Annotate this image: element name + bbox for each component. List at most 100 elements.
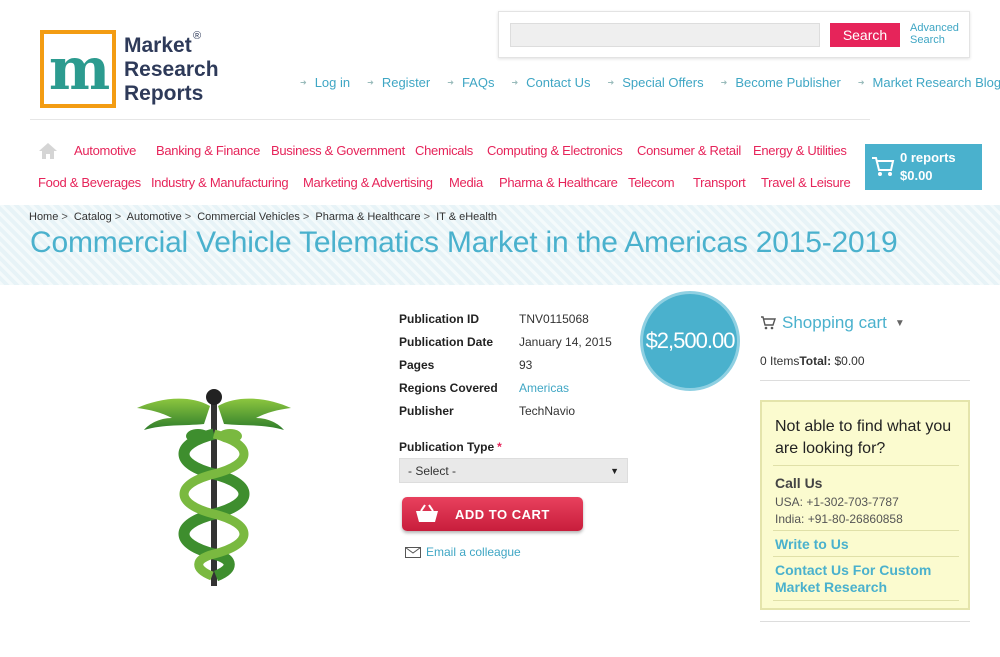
login-label: Log in bbox=[314, 75, 351, 90]
logo-line-3: Reports bbox=[124, 82, 204, 105]
special-offers-label: Special Offers bbox=[622, 75, 704, 90]
cart-icon bbox=[872, 157, 895, 176]
publication-type-text: Publication Type bbox=[399, 440, 495, 454]
call-us-heading: Call Us bbox=[775, 475, 823, 491]
custom-research-link[interactable]: Contact Us For Custom Market Research bbox=[775, 562, 965, 596]
breadcrumb-pharma-healthcare[interactable]: Pharma & Healthcare bbox=[315, 211, 420, 223]
advanced-search-line-1: Advanced bbox=[910, 22, 959, 34]
help-question: Not able to find what you are looking fo… bbox=[775, 418, 952, 457]
email-colleague-link[interactable]: Email a colleague bbox=[405, 545, 521, 559]
advanced-search-link[interactable]: Advanced Search bbox=[910, 22, 970, 46]
blog-link[interactable]: ➜ Market Research Blog bbox=[858, 75, 1000, 90]
home-icon[interactable] bbox=[38, 142, 58, 160]
blog-label: Market Research Blog bbox=[872, 75, 1000, 90]
detail-label: Publisher bbox=[399, 404, 454, 418]
category-food-beverages[interactable]: Food & Beverages bbox=[38, 175, 141, 190]
region-link[interactable]: Americas bbox=[519, 381, 569, 395]
detail-label: Regions Covered bbox=[399, 381, 498, 395]
site-logo[interactable]: m Market Research Reports ® bbox=[40, 30, 220, 110]
cart-items-count: 0 Items bbox=[760, 354, 800, 368]
publication-type-selected: - Select - bbox=[408, 463, 457, 478]
faqs-label: FAQs bbox=[461, 75, 495, 90]
required-mark: * bbox=[497, 440, 502, 454]
arrow-icon: ➜ bbox=[447, 78, 454, 87]
contact-us-link[interactable]: ➜ Contact Us bbox=[511, 75, 590, 90]
category-computing-electronics[interactable]: Computing & Electronics bbox=[487, 143, 623, 158]
category-marketing-advertising[interactable]: Marketing & Advertising bbox=[303, 175, 433, 190]
register-link[interactable]: ➜ Register bbox=[367, 75, 430, 90]
category-business-government[interactable]: Business & Government bbox=[271, 143, 405, 158]
add-to-cart-label: ADD TO CART bbox=[455, 507, 550, 522]
cart-total-label: Total: bbox=[799, 354, 832, 368]
category-media[interactable]: Media bbox=[449, 175, 483, 190]
cart-reports-count: 0 reports bbox=[900, 150, 956, 165]
category-travel-leisure[interactable]: Travel & Leisure bbox=[761, 175, 851, 190]
cart-summary-box[interactable]: 0 reports $0.00 bbox=[865, 144, 982, 190]
shopping-cart-summary: 0 ItemsTotal: $0.00 bbox=[760, 354, 865, 368]
breadcrumb-automotive[interactable]: Automotive bbox=[127, 211, 182, 223]
special-offers-link[interactable]: ➜ Special Offers bbox=[607, 75, 703, 90]
help-divider bbox=[773, 530, 959, 531]
breadcrumb-home[interactable]: Home bbox=[29, 211, 58, 223]
detail-row-publisher: Publisher TechNavio bbox=[399, 404, 639, 427]
detail-row-pages: Pages 93 bbox=[399, 358, 639, 381]
search-panel: Search Advanced Search bbox=[498, 11, 970, 58]
add-to-cart-button[interactable]: ADD TO CART bbox=[402, 497, 583, 531]
arrow-icon: ➜ bbox=[607, 78, 615, 87]
detail-value: 93 bbox=[519, 358, 533, 372]
price-badge: $2,500.00 bbox=[640, 291, 740, 391]
shopping-cart-heading[interactable]: Shopping cart ▼ bbox=[760, 313, 905, 333]
detail-row-regions: Regions Covered Americas bbox=[399, 381, 639, 404]
breadcrumb-it-ehealth[interactable]: IT & eHealth bbox=[436, 211, 497, 223]
category-transport[interactable]: Transport bbox=[693, 175, 746, 190]
logo-line-1: Market bbox=[124, 34, 192, 57]
contact-us-label: Contact Us bbox=[526, 75, 591, 90]
arrow-icon: ➜ bbox=[857, 78, 865, 87]
sidebar-divider-bottom bbox=[760, 621, 970, 622]
category-chemicals[interactable]: Chemicals bbox=[415, 143, 473, 158]
sidebar-divider bbox=[760, 380, 970, 381]
detail-value: January 14, 2015 bbox=[519, 335, 612, 349]
search-button[interactable]: Search bbox=[830, 23, 900, 47]
cart-icon bbox=[761, 316, 776, 330]
cart-total-value: $0.00 bbox=[834, 354, 865, 368]
logo-mark: m bbox=[40, 30, 116, 108]
logo-wordmark: Market Research Reports bbox=[124, 34, 219, 106]
publication-type-select[interactable]: - Select - ▼ bbox=[399, 458, 628, 483]
category-banking-finance[interactable]: Banking & Finance bbox=[156, 143, 260, 158]
category-energy-utilities[interactable]: Energy & Utilities bbox=[753, 143, 847, 158]
breadcrumb-commercial-vehicles[interactable]: Commercial Vehicles bbox=[197, 211, 300, 223]
search-input[interactable] bbox=[510, 23, 820, 47]
breadcrumb: Home > Catalog > Automotive > Commercial Ve… bbox=[29, 211, 498, 223]
detail-row-publication-date: Publication Date January 14, 2015 bbox=[399, 335, 639, 358]
detail-label: Pages bbox=[399, 358, 435, 372]
become-publisher-link[interactable]: ➜ Become Publisher bbox=[721, 75, 841, 90]
help-divider bbox=[773, 556, 959, 557]
envelope-icon bbox=[405, 546, 421, 558]
phone-usa: USA: +1-302-703-7787 bbox=[775, 495, 899, 509]
top-links: ➜ Log in ➜ Register ➜ FAQs ➜ Contact Us ➜ Spe… bbox=[300, 75, 1000, 90]
category-pharma-healthcare[interactable]: Pharma & Healthcare bbox=[499, 175, 618, 190]
register-label: Register bbox=[381, 75, 431, 90]
faqs-link[interactable]: ➜ FAQs bbox=[447, 75, 494, 90]
detail-label: Publication ID bbox=[399, 312, 480, 326]
category-industry-manufacturing[interactable]: Industry & Manufacturing bbox=[151, 175, 289, 190]
advanced-search-line-2: Search bbox=[910, 34, 945, 46]
arrow-icon: ➜ bbox=[300, 78, 307, 87]
category-telecom[interactable]: Telecom bbox=[628, 175, 675, 190]
chevron-down-icon: ▼ bbox=[894, 317, 905, 329]
detail-label: Publication Date bbox=[399, 335, 494, 349]
header-divider bbox=[30, 119, 870, 120]
breadcrumb-catalog[interactable]: Catalog bbox=[74, 211, 112, 223]
shopping-cart-title: Shopping cart bbox=[782, 313, 887, 332]
email-colleague-label: Email a colleague bbox=[426, 545, 521, 559]
help-box: Not able to find what you are looking fo… bbox=[760, 400, 970, 610]
help-divider bbox=[773, 465, 959, 466]
arrow-icon: ➜ bbox=[720, 78, 728, 87]
category-consumer-retail[interactable]: Consumer & Retail bbox=[637, 143, 741, 158]
category-automotive[interactable]: Automotive bbox=[74, 143, 136, 158]
product-image-caduceus bbox=[137, 389, 291, 586]
publication-type-label: Publication Type * bbox=[399, 440, 502, 454]
login-link[interactable]: ➜ Log in bbox=[300, 75, 350, 90]
write-to-us-link[interactable]: Write to Us bbox=[775, 536, 965, 553]
